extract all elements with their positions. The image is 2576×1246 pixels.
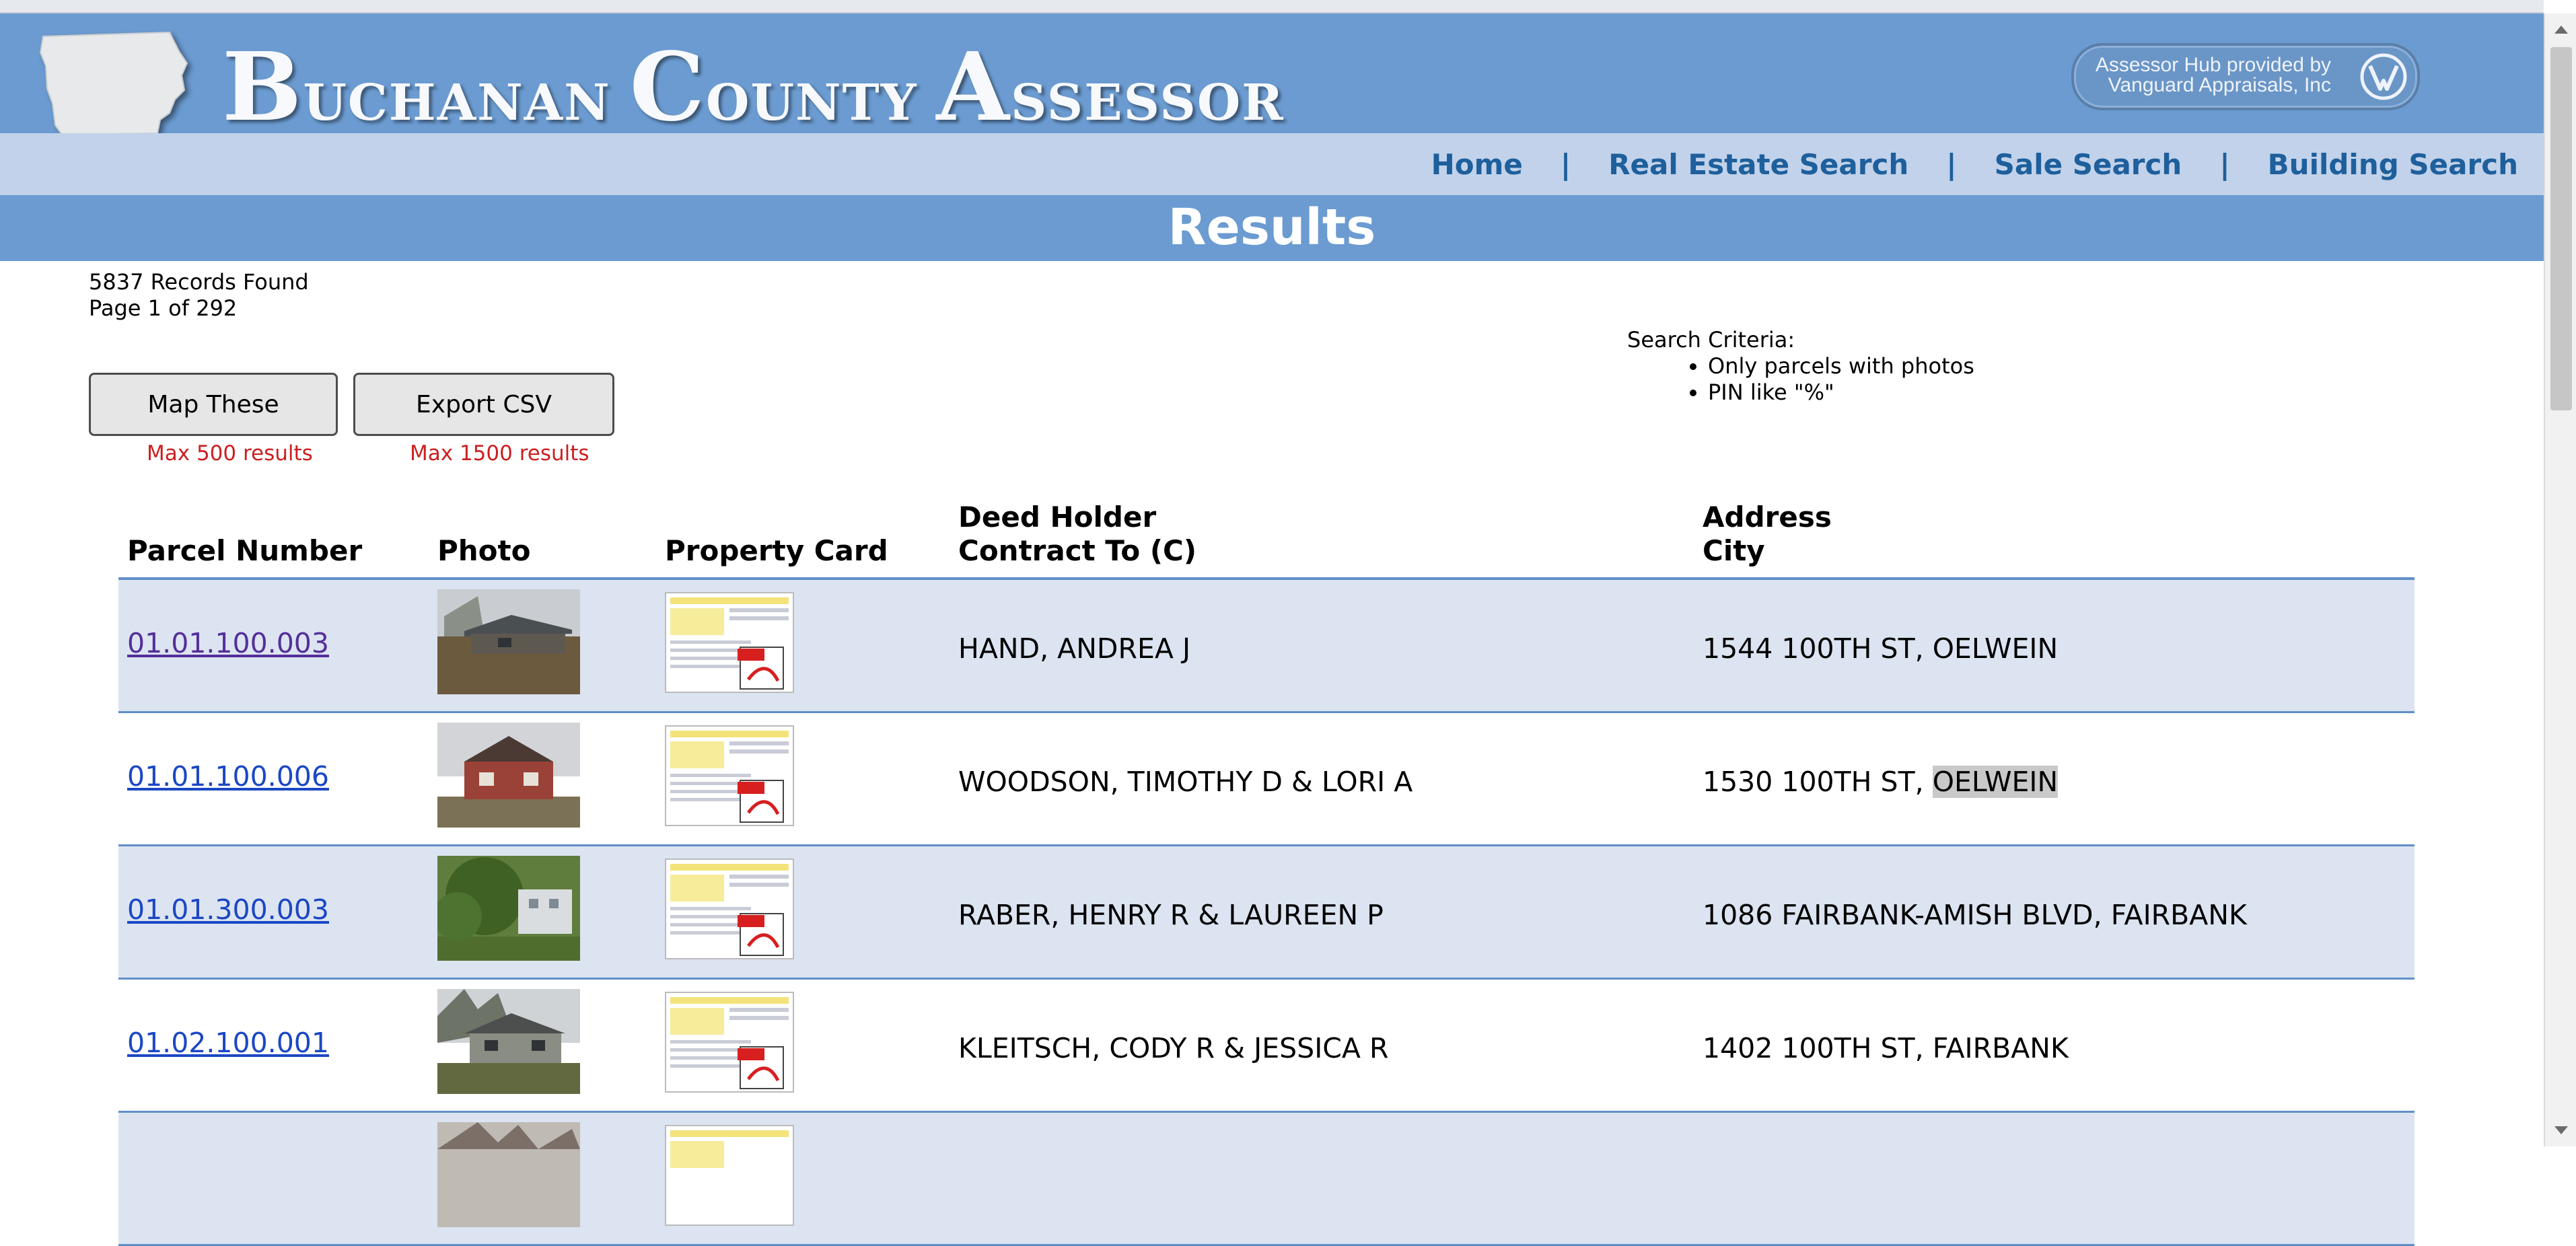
vendor-badge[interactable]: Assessor Hub provided by Vanguard Apprai… — [2071, 43, 2420, 110]
property-card-header: Property Card — [665, 534, 888, 567]
deed-holder: KLEITSCH, CODY R & JESSICA R — [958, 1032, 1389, 1064]
csv-limit-note: Max 1500 results — [410, 441, 589, 466]
vertical-scrollbar[interactable] — [2544, 13, 2576, 1146]
parcel-link[interactable]: 01.01.100.006 — [127, 760, 329, 793]
nav-home-link[interactable]: Home — [1431, 148, 1523, 181]
property-photo[interactable] — [437, 989, 580, 1094]
parcel-link[interactable]: 01.01.300.003 — [127, 893, 329, 926]
results-banner: Results — [0, 195, 2544, 261]
page-indicator: Page 1 of 292 — [89, 295, 238, 321]
property-photo[interactable] — [437, 589, 580, 694]
map-these-button[interactable]: Map These — [89, 373, 338, 436]
address: 1544 100TH ST, OELWEIN — [1703, 632, 2059, 665]
deed-holder: RABER, HENRY R & LAUREEN P — [958, 899, 1384, 931]
map-limit-note: Max 500 results — [147, 441, 313, 466]
city: OELWEIN — [1932, 632, 2059, 665]
nav-bar: Home | Real Estate Search | Sale Search … — [0, 133, 2544, 195]
results-summary: 5837 Records Found Page 1 of 292 — [89, 269, 309, 322]
property-card-pdf[interactable] — [665, 1125, 794, 1226]
table-row: 01.02.100.001 KLEITSCH, CODY R & JESSICA… — [118, 980, 2414, 1113]
photo-header: Photo — [437, 534, 531, 567]
scroll-down-arrow-icon[interactable] — [2545, 1121, 2576, 1141]
table-row: 01.01.100.003 HAND, ANDREA J 1544 100TH … — [118, 580, 2414, 713]
property-card-pdf[interactable] — [665, 592, 794, 693]
nav-real-estate-search-link[interactable]: Real Estate Search — [1608, 148, 1908, 181]
property-photo[interactable] — [437, 856, 580, 961]
city: FAIRBANK — [1932, 1032, 2069, 1064]
criteria-item: Only parcels with photos — [1708, 353, 1974, 379]
property-card-pdf[interactable] — [665, 992, 794, 1093]
vanguard-logo-icon — [2360, 53, 2407, 100]
site-header: Buchanan County Assessor Assessor Hub pr… — [0, 13, 2544, 143]
nav-separator: | — [2219, 148, 2230, 181]
table-row: 01.01.100.006 WOODSON, TIMOTHY D & LORI — [118, 713, 2414, 846]
property-photo[interactable] — [437, 1122, 580, 1227]
address: 1086 FAIRBANK-AMISH BLVD, FAIRBANK — [1703, 899, 2247, 931]
scroll-up-arrow-icon[interactable] — [2545, 19, 2576, 39]
deed-holder-header: Deed Holder Contract To (C) — [958, 501, 1197, 567]
iowa-state-outline-icon — [39, 31, 188, 136]
deed-holder: HAND, ANDREA J — [958, 632, 1191, 665]
records-count: 5837 Records Found — [89, 269, 309, 295]
table-header: Parcel Number Photo Property Card Deed H… — [118, 498, 2414, 580]
criteria-item: PIN like "%" — [1708, 379, 1974, 406]
main-nav: Home | Real Estate Search | Sale Search … — [1431, 148, 2518, 181]
parcel-number-header: Parcel Number — [127, 534, 363, 567]
search-criteria: Search Criteria: Only parcels with photo… — [1627, 327, 1974, 406]
property-card-pdf[interactable] — [665, 858, 794, 959]
vendor-badge-text: Assessor Hub provided by Vanguard Apprai… — [2095, 54, 2331, 96]
page-title: Results — [1168, 198, 1376, 256]
nav-sale-search-link[interactable]: Sale Search — [1995, 148, 2182, 181]
city-highlighted: OELWEIN — [1932, 766, 2059, 798]
search-criteria-list: Only parcels with photos PIN like "%" — [1627, 353, 1974, 406]
scrollbar-thumb[interactable] — [2550, 47, 2572, 410]
deed-holder: WOODSON, TIMOTHY D & LORI A — [958, 766, 1413, 798]
city: FAIRBANK — [2110, 899, 2247, 931]
table-row — [118, 1113, 2414, 1246]
address-header: Address City — [1703, 501, 1832, 567]
nav-building-search-link[interactable]: Building Search — [2268, 148, 2518, 181]
address: 1530 100TH ST, OELWEIN — [1703, 766, 2059, 798]
browser-top-edge — [0, 0, 2544, 13]
parcel-link[interactable]: 01.02.100.001 — [127, 1027, 329, 1059]
results-table: Parcel Number Photo Property Card Deed H… — [118, 498, 2414, 1246]
nav-separator: | — [1946, 148, 1957, 181]
parcel-link[interactable]: 01.01.100.003 — [127, 627, 329, 659]
site-title: Buchanan County Assessor — [222, 32, 1285, 143]
search-criteria-heading: Search Criteria: — [1627, 327, 1795, 353]
nav-separator: | — [1560, 148, 1571, 181]
table-row: 01.01.300.003 RABER, HENRY R & LAUREEN P — [118, 846, 2414, 980]
property-card-pdf[interactable] — [665, 725, 794, 826]
address: 1402 100TH ST, FAIRBANK — [1703, 1032, 2069, 1064]
property-photo[interactable] — [437, 723, 580, 828]
export-csv-button[interactable]: Export CSV — [353, 373, 614, 436]
